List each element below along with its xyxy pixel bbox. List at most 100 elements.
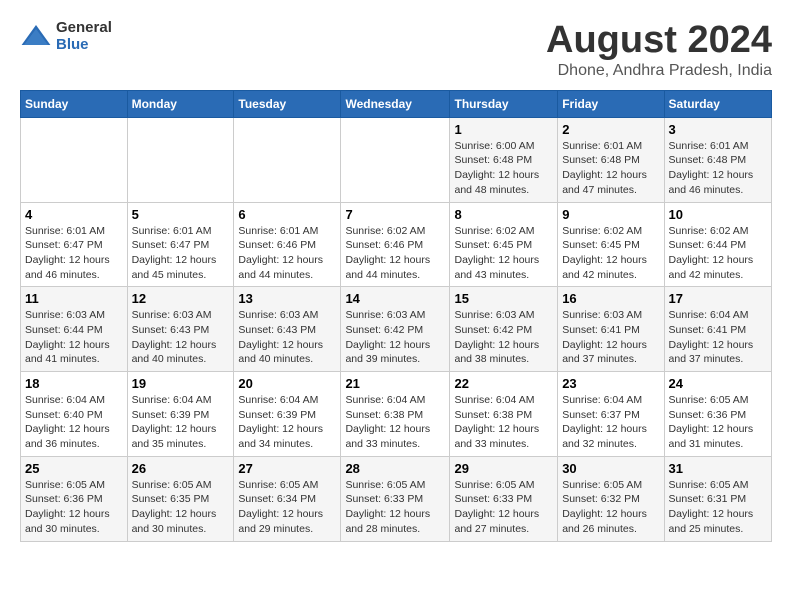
header-day-sunday: Sunday	[21, 90, 128, 117]
day-info: Daylight: 12 hours and 45 minutes.	[132, 253, 230, 282]
day-info: Daylight: 12 hours and 40 minutes.	[132, 338, 230, 367]
day-info: Sunrise: 6:05 AM	[132, 478, 230, 493]
day-info: Daylight: 12 hours and 41 minutes.	[25, 338, 123, 367]
calendar-cell: 11Sunrise: 6:03 AMSunset: 6:44 PMDayligh…	[21, 287, 128, 372]
day-info: Sunset: 6:40 PM	[25, 408, 123, 423]
day-number: 23	[562, 376, 659, 391]
day-info: Sunset: 6:43 PM	[238, 323, 336, 338]
day-info: Sunset: 6:33 PM	[454, 492, 553, 507]
calendar-cell: 13Sunrise: 6:03 AMSunset: 6:43 PMDayligh…	[234, 287, 341, 372]
day-number: 14	[345, 291, 445, 306]
day-info: Sunset: 6:38 PM	[454, 408, 553, 423]
day-number: 7	[345, 207, 445, 222]
calendar-cell: 27Sunrise: 6:05 AMSunset: 6:34 PMDayligh…	[234, 456, 341, 541]
calendar-cell: 8Sunrise: 6:02 AMSunset: 6:45 PMDaylight…	[450, 202, 558, 287]
calendar-week-row: 4Sunrise: 6:01 AMSunset: 6:47 PMDaylight…	[21, 202, 772, 287]
day-info: Daylight: 12 hours and 43 minutes.	[454, 253, 553, 282]
calendar-cell: 26 Sunrise: 6:05 AMSunset: 6:35 PMDayligh…	[127, 456, 234, 541]
day-info: Daylight: 12 hours and 44 minutes.	[345, 253, 445, 282]
day-info: Daylight: 12 hours and 33 minutes.	[345, 422, 445, 451]
day-info: Sunrise: 6:02 AM	[345, 224, 445, 239]
day-info: Daylight: 12 hours and 46 minutes.	[669, 168, 767, 197]
day-info: Sunset: 6:46 PM	[345, 238, 445, 253]
day-info: Sunset: 6:32 PM	[562, 492, 659, 507]
calendar-cell: 16Sunrise: 6:03 AMSunset: 6:41 PMDayligh…	[558, 287, 664, 372]
day-info: Daylight: 12 hours and 47 minutes.	[562, 168, 659, 197]
day-info: Sunrise: 6:00 AM	[454, 139, 553, 154]
day-info: Daylight: 12 hours and 30 minutes.	[25, 507, 123, 536]
day-info: Sunrise: 6:05 AM	[669, 393, 767, 408]
calendar-cell: 7 Sunrise: 6:02 AMSunset: 6:46 PMDaylight…	[341, 202, 450, 287]
header-day-friday: Friday	[558, 90, 664, 117]
day-info: Sunset: 6:48 PM	[454, 153, 553, 168]
day-info: Daylight: 12 hours and 26 minutes.	[562, 507, 659, 536]
day-info: Sunrise: 6:03 AM	[454, 308, 553, 323]
day-info: Sunset: 6:41 PM	[562, 323, 659, 338]
calendar-cell	[341, 117, 450, 202]
header-day-saturday: Saturday	[664, 90, 771, 117]
day-info: Daylight: 12 hours and 36 minutes.	[25, 422, 123, 451]
day-info: Sunset: 6:48 PM	[562, 153, 659, 168]
calendar-header-row: SundayMondayTuesdayWednesdayThursdayFrid…	[21, 90, 772, 117]
day-info: Sunrise: 6:04 AM	[25, 393, 123, 408]
day-number: 3	[669, 122, 767, 137]
day-info: Daylight: 12 hours and 33 minutes.	[454, 422, 553, 451]
calendar-cell: 15Sunrise: 6:03 AMSunset: 6:42 PMDayligh…	[450, 287, 558, 372]
day-number: 26	[132, 461, 230, 476]
day-info: Sunset: 6:42 PM	[454, 323, 553, 338]
calendar-cell: 4Sunrise: 6:01 AMSunset: 6:47 PMDaylight…	[21, 202, 128, 287]
day-info: Sunset: 6:47 PM	[132, 238, 230, 253]
day-info: Sunrise: 6:04 AM	[132, 393, 230, 408]
logo-text: General Blue	[56, 20, 112, 53]
calendar-cell: 9Sunrise: 6:02 AMSunset: 6:45 PMDaylight…	[558, 202, 664, 287]
day-info: Sunrise: 6:02 AM	[562, 224, 659, 239]
day-info: Daylight: 12 hours and 32 minutes.	[562, 422, 659, 451]
day-info: Sunset: 6:45 PM	[562, 238, 659, 253]
calendar-cell: 12Sunrise: 6:03 AMSunset: 6:43 PMDayligh…	[127, 287, 234, 372]
day-info: Sunset: 6:39 PM	[238, 408, 336, 423]
calendar-cell: 20Sunrise: 6:04 AMSunset: 6:39 PMDayligh…	[234, 372, 341, 457]
calendar-cell: 5Sunrise: 6:01 AMSunset: 6:47 PMDaylight…	[127, 202, 234, 287]
calendar-cell: 3Sunrise: 6:01 AMSunset: 6:48 PMDaylight…	[664, 117, 771, 202]
day-info: Sunset: 6:38 PM	[345, 408, 445, 423]
day-info: Sunrise: 6:05 AM	[345, 478, 445, 493]
day-info: Daylight: 12 hours and 35 minutes.	[132, 422, 230, 451]
calendar-cell: 1Sunrise: 6:00 AMSunset: 6:48 PMDaylight…	[450, 117, 558, 202]
day-number: 10	[669, 207, 767, 222]
calendar-cell: 18Sunrise: 6:04 AMSunset: 6:40 PMDayligh…	[21, 372, 128, 457]
day-number: 13	[238, 291, 336, 306]
day-info: Sunrise: 6:03 AM	[345, 308, 445, 323]
day-number: 2	[562, 122, 659, 137]
calendar-cell: 17Sunrise: 6:04 AMSunset: 6:41 PMDayligh…	[664, 287, 771, 372]
calendar-cell: 23Sunrise: 6:04 AMSunset: 6:37 PMDayligh…	[558, 372, 664, 457]
logo-general: General	[56, 20, 112, 37]
calendar-cell: 19Sunrise: 6:04 AMSunset: 6:39 PMDayligh…	[127, 372, 234, 457]
day-info: Sunrise: 6:03 AM	[25, 308, 123, 323]
day-info: Sunrise: 6:03 AM	[238, 308, 336, 323]
calendar-week-row: 1Sunrise: 6:00 AMSunset: 6:48 PMDaylight…	[21, 117, 772, 202]
day-number: 4	[25, 207, 123, 222]
day-info: Sunset: 6:35 PM	[132, 492, 230, 507]
day-info: Daylight: 12 hours and 30 minutes.	[132, 507, 230, 536]
day-info: Sunset: 6:43 PM	[132, 323, 230, 338]
day-number: 27	[238, 461, 336, 476]
day-info: Daylight: 12 hours and 37 minutes.	[669, 338, 767, 367]
day-info: Daylight: 12 hours and 39 minutes.	[345, 338, 445, 367]
day-number: 28	[345, 461, 445, 476]
page-subtitle: Dhone, Andhra Pradesh, India	[546, 62, 772, 80]
day-info: Daylight: 12 hours and 25 minutes.	[669, 507, 767, 536]
calendar-cell: 14Sunrise: 6:03 AMSunset: 6:42 PMDayligh…	[341, 287, 450, 372]
day-info: Sunrise: 6:05 AM	[25, 478, 123, 493]
calendar-cell: 31Sunrise: 6:05 AMSunset: 6:31 PMDayligh…	[664, 456, 771, 541]
calendar-cell: 2Sunrise: 6:01 AMSunset: 6:48 PMDaylight…	[558, 117, 664, 202]
day-number: 5	[132, 207, 230, 222]
header-day-thursday: Thursday	[450, 90, 558, 117]
calendar-cell: 10Sunrise: 6:02 AMSunset: 6:44 PMDayligh…	[664, 202, 771, 287]
calendar-cell: 21Sunrise: 6:04 AMSunset: 6:38 PMDayligh…	[341, 372, 450, 457]
calendar-cell: 22Sunrise: 6:04 AMSunset: 6:38 PMDayligh…	[450, 372, 558, 457]
day-number: 25	[25, 461, 123, 476]
day-info: Sunrise: 6:01 AM	[25, 224, 123, 239]
day-number: 29	[454, 461, 553, 476]
day-number: 12	[132, 291, 230, 306]
day-info: Sunrise: 6:04 AM	[562, 393, 659, 408]
